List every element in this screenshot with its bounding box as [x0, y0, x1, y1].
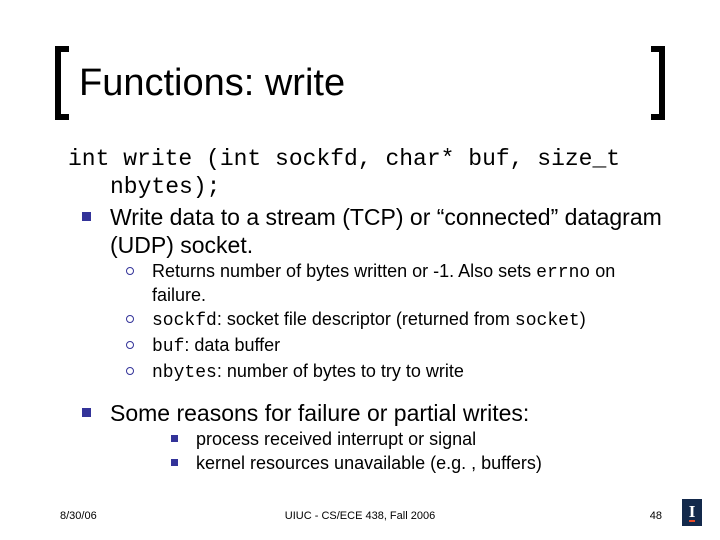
text-span: )	[580, 309, 586, 329]
bullet-text: Some reasons for failure or partial writ…	[110, 399, 663, 427]
bullet-level1: Write data to a stream (TCP) or “connect…	[68, 203, 663, 259]
square-bullet-small-icon	[171, 459, 178, 466]
spacer	[68, 385, 663, 397]
footer: 8/30/06 UIUC - CS/ECE 438, Fall 2006 48	[0, 498, 720, 522]
footer-page-number: 48	[650, 510, 662, 522]
function-signature-line1: int write (int sockfd, char* buf, size_t	[68, 145, 663, 173]
circle-bullet-icon	[126, 341, 134, 349]
text-span: Returns number of bytes written or -1. A…	[152, 261, 536, 281]
circle-bullet-icon	[126, 367, 134, 375]
bullet-text: buf: data buffer	[152, 335, 663, 359]
bullet-text: nbytes: number of bytes to try to write	[152, 361, 663, 385]
code-span: socket	[515, 311, 580, 331]
content-area: int write (int sockfd, char* buf, size_t…	[68, 145, 663, 475]
text-span: : number of bytes to try to write	[217, 361, 464, 381]
bullet-level3: process received interrupt or signal	[68, 429, 663, 451]
title-area: Functions: write	[55, 52, 665, 114]
slide: Functions: write int write (int sockfd, …	[0, 0, 720, 540]
code-span: buf	[152, 337, 184, 357]
code-span: errno	[536, 263, 590, 283]
code-span: nbytes	[152, 363, 217, 383]
function-signature-line2: nbytes);	[68, 173, 663, 201]
slide-title: Functions: write	[55, 52, 665, 114]
square-bullet-small-icon	[171, 435, 178, 442]
uiuc-logo-icon: I	[682, 499, 702, 526]
bullet-level2: nbytes: number of bytes to try to write	[68, 361, 663, 385]
footer-course: UIUC - CS/ECE 438, Fall 2006	[0, 510, 720, 522]
bracket-left-icon	[55, 46, 69, 120]
code-span: sockfd	[152, 311, 217, 331]
square-bullet-icon	[82, 408, 91, 417]
bullet-text: sockfd: socket file descriptor (returned…	[152, 309, 663, 333]
circle-bullet-icon	[126, 267, 134, 275]
bullet-level3: kernel resources unavailable (e.g. , buf…	[68, 453, 663, 475]
bullet-text: Returns number of bytes written or -1. A…	[152, 261, 663, 307]
bullet-level2: buf: data buffer	[68, 335, 663, 359]
bullet-level2: sockfd: socket file descriptor (returned…	[68, 309, 663, 333]
bracket-right-icon	[651, 46, 665, 120]
bullet-text: process received interrupt or signal	[196, 429, 663, 451]
bullet-text: Write data to a stream (TCP) or “connect…	[110, 203, 663, 259]
logo-letter: I	[689, 503, 696, 522]
circle-bullet-icon	[126, 315, 134, 323]
bullet-level1: Some reasons for failure or partial writ…	[68, 399, 663, 427]
square-bullet-icon	[82, 212, 91, 221]
text-span: : socket file descriptor (returned from	[217, 309, 515, 329]
bullet-text: kernel resources unavailable (e.g. , buf…	[196, 453, 663, 475]
bullet-level2: Returns number of bytes written or -1. A…	[68, 261, 663, 307]
text-span: : data buffer	[184, 335, 280, 355]
